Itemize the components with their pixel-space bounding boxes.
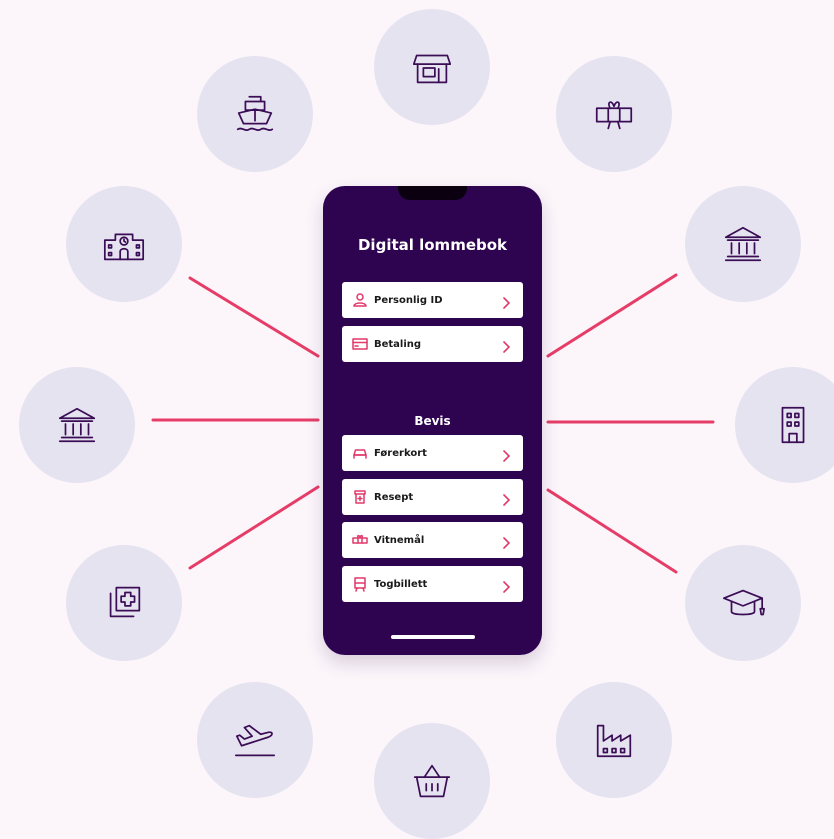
diploma-circle <box>556 56 672 172</box>
prescription-icon <box>352 489 368 505</box>
card-icon <box>352 336 368 352</box>
chevron-right-icon <box>501 447 511 462</box>
bank-icon <box>724 226 762 262</box>
home-indicator <box>391 635 475 639</box>
ship-icon <box>236 95 274 132</box>
factory-circle <box>556 682 672 798</box>
graduation-circle <box>685 545 801 661</box>
list-item-label: Vitnemål <box>374 534 425 546</box>
phone-mockup: Digital lommebok Personlig ID Betaling B… <box>323 186 542 655</box>
person-icon <box>352 292 368 308</box>
list-item-label: Togbillett <box>374 578 428 590</box>
chevron-right-icon <box>501 578 511 593</box>
connector-line <box>188 485 320 570</box>
school-building-icon <box>103 233 145 261</box>
airplane-circle <box>197 682 313 798</box>
list-item-label: Personlig ID <box>374 294 443 306</box>
chevron-right-icon <box>501 338 511 353</box>
chevron-right-icon <box>501 491 511 506</box>
phone-notch <box>398 186 467 200</box>
connector-line <box>188 276 320 358</box>
medical-copy-circle <box>66 545 182 661</box>
bank-circle-left <box>19 367 135 483</box>
bank-circle-right <box>685 186 801 302</box>
connector-line <box>546 488 678 574</box>
list-item-resept[interactable]: Resept <box>342 479 523 515</box>
wallet-title: Digital lommebok <box>357 236 508 254</box>
shopping-basket-icon <box>413 764 451 798</box>
shop-icon <box>412 54 452 84</box>
office-building-icon <box>781 406 805 444</box>
car-icon <box>352 445 368 461</box>
list-item-personlig-id[interactable]: Personlig ID <box>342 282 523 318</box>
diploma-icon <box>352 532 368 548</box>
bank-icon <box>58 407 96 443</box>
factory-icon <box>596 724 632 758</box>
ship-circle <box>197 56 313 172</box>
chevron-right-icon <box>501 294 511 309</box>
shop-circle <box>374 9 490 125</box>
shopping-basket-circle <box>374 723 490 839</box>
list-item-label: Betaling <box>374 338 422 350</box>
chevron-right-icon <box>501 534 511 549</box>
school-building-circle <box>66 186 182 302</box>
list-item-forerkort[interactable]: Førerkort <box>342 435 523 471</box>
list-item-vitnemal[interactable]: Vitnemål <box>342 522 523 558</box>
medical-copy-icon <box>109 586 141 618</box>
section-title-bevis: Bevis <box>414 414 451 428</box>
list-item-label: Resept <box>374 491 414 503</box>
airplane-icon <box>234 724 276 757</box>
graduation-cap-icon <box>722 589 765 616</box>
list-item-label: Førerkort <box>374 447 427 459</box>
connector-line <box>546 273 678 358</box>
list-item-togbillett[interactable]: Togbillett <box>342 566 523 602</box>
list-item-betaling[interactable]: Betaling <box>342 326 523 362</box>
diploma-icon <box>595 101 633 130</box>
train-icon <box>352 576 368 592</box>
